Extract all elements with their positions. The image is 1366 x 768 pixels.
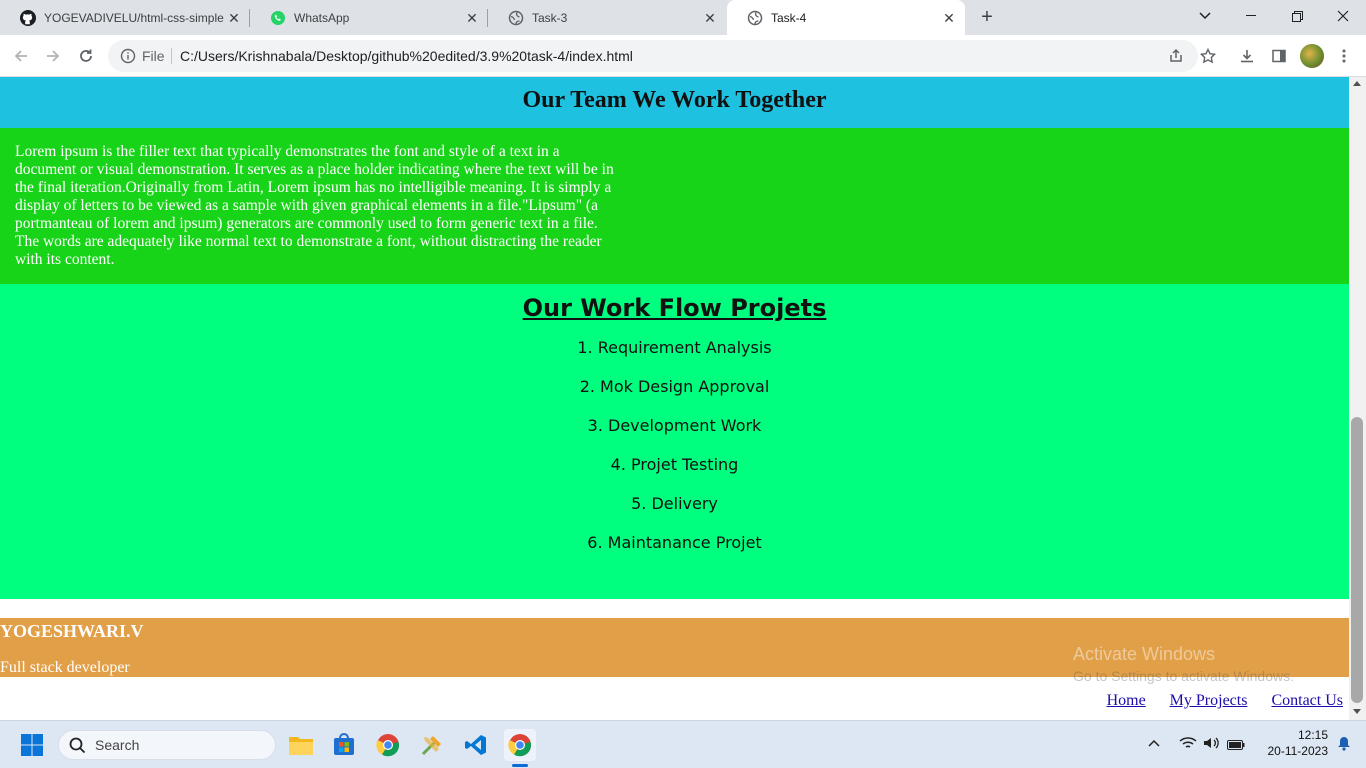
github-icon: [20, 9, 36, 26]
tab-title: Task-3: [532, 10, 568, 25]
tab-title: WhatsApp: [294, 10, 350, 25]
info-icon[interactable]: [120, 48, 136, 64]
system-clock[interactable]: 12:15 20-11-2023: [1258, 727, 1329, 759]
workflow-list: 1. Requirement Analysis 2. Mok Design Ap…: [0, 336, 1349, 570]
workflow-item: 2. Mok Design Approval: [579, 377, 770, 396]
tab-title: YOGEVADIVELU/html-css-simple: [44, 10, 224, 25]
tab-task-4[interactable]: Task-4 ✕: [727, 0, 965, 35]
tab-task-3[interactable]: Task-3 ✕: [488, 0, 726, 35]
reload-button[interactable]: [73, 43, 99, 69]
share-icon[interactable]: [1166, 46, 1186, 66]
page-viewport: Our Team We Work Together Lorem ipsum is…: [0, 77, 1349, 720]
vscode-icon[interactable]: [460, 729, 492, 761]
scheme-label: File: [142, 48, 165, 64]
volume-icon[interactable]: [1203, 736, 1219, 753]
workflow-item: 6. Maintanance Projet: [587, 533, 762, 552]
lorem-section: Lorem ipsum is the filler text that typi…: [0, 128, 1349, 284]
search-icon: [69, 737, 86, 759]
nav-link-contact-us[interactable]: Contact Us: [1271, 692, 1343, 710]
side-panel-icon[interactable]: [1266, 43, 1292, 69]
workflow-item: 3. Development Work: [587, 416, 762, 435]
footer-role: Full stack developer: [0, 659, 130, 676]
active-indicator: [512, 764, 528, 767]
activate-windows-subtitle: Go to Settings to activate Windows.: [1073, 668, 1294, 684]
chrome-icon[interactable]: [372, 729, 404, 761]
address-bar[interactable]: File C:/Users/Krishnabala/Desktop/github…: [108, 40, 1198, 72]
workflow-heading: Our Work Flow Projets: [522, 294, 827, 322]
team-section-header: Our Team We Work Together: [0, 77, 1349, 128]
lorem-paragraph: Lorem ipsum is the filler text that typi…: [15, 143, 614, 268]
menu-kebab-icon[interactable]: [1331, 43, 1357, 69]
browser-toolbar: File C:/Users/Krishnabala/Desktop/github…: [0, 35, 1366, 77]
chevron-up-icon[interactable]: [1148, 735, 1160, 750]
address-divider: [171, 48, 172, 64]
workflow-item: 1. Requirement Analysis: [577, 338, 772, 357]
wifi-icon[interactable]: [1179, 736, 1197, 753]
page-scrollbar[interactable]: [1349, 77, 1366, 720]
new-tab-button[interactable]: +: [975, 6, 999, 28]
whatsapp-icon: [270, 10, 286, 26]
forward-button[interactable]: [40, 43, 66, 69]
scroll-thumb[interactable]: [1351, 417, 1363, 703]
search-label: Search: [95, 737, 140, 753]
url-text[interactable]: C:/Users/Krishnabala/Desktop/github%20ed…: [180, 48, 633, 64]
minimize-button[interactable]: [1228, 0, 1274, 32]
tab-title: Task-4: [771, 10, 807, 25]
tab-whatsapp[interactable]: WhatsApp ✕: [250, 0, 488, 35]
workflow-item: 4. Projet Testing: [610, 455, 739, 474]
windows-start-icon[interactable]: [16, 729, 48, 761]
team-heading: Our Team We Work Together: [522, 87, 827, 113]
scroll-down-arrow-icon[interactable]: [1353, 709, 1361, 714]
bookmark-star-icon[interactable]: [1195, 43, 1221, 69]
tab-strip: YOGEVADIVELU/html-css-simple ✕ WhatsApp …: [0, 0, 1366, 35]
clock-date: 20-11-2023: [1267, 744, 1329, 758]
clock-time: 12:15: [1297, 728, 1328, 742]
workflow-item: 5. Delivery: [631, 494, 718, 513]
windows-taskbar: Search 12:15 20-11-2023: [0, 720, 1366, 768]
close-tab-icon[interactable]: ✕: [226, 10, 242, 26]
chrome-active-icon[interactable]: [504, 729, 536, 767]
file-explorer-icon[interactable]: [285, 729, 317, 761]
activate-windows-title: Activate Windows: [1073, 644, 1216, 664]
nav-link-home[interactable]: Home: [1107, 692, 1146, 710]
globe-icon: [747, 10, 763, 26]
footer-nav: Home My Projects Contact Us: [1107, 692, 1343, 710]
section-gap: [0, 599, 1349, 618]
notification-bell-icon[interactable]: [1337, 736, 1351, 754]
taskbar-search-box[interactable]: Search: [58, 730, 276, 760]
close-window-button[interactable]: [1320, 0, 1366, 32]
workflow-section: Our Work Flow Projets 1. Requirement Ana…: [0, 284, 1349, 599]
profile-avatar[interactable]: [1300, 44, 1324, 68]
close-tab-icon[interactable]: ✕: [464, 10, 480, 26]
tab-github[interactable]: YOGEVADIVELU/html-css-simple ✕: [0, 0, 250, 35]
tools-app-icon[interactable]: [416, 729, 448, 761]
restore-button[interactable]: [1274, 0, 1320, 32]
scroll-up-arrow-icon[interactable]: [1353, 81, 1361, 86]
nav-link-my-projects[interactable]: My Projects: [1170, 692, 1248, 710]
footer-name: YOGESHWARI.V: [0, 621, 144, 641]
globe-icon: [508, 10, 524, 26]
close-tab-icon[interactable]: ✕: [702, 10, 718, 26]
download-icon[interactable]: [1234, 43, 1260, 69]
tab-search-icon[interactable]: [1182, 0, 1228, 32]
back-button[interactable]: [8, 43, 34, 69]
close-tab-icon[interactable]: ✕: [941, 10, 957, 26]
battery-icon[interactable]: [1227, 738, 1245, 753]
microsoft-store-icon[interactable]: [328, 729, 360, 761]
